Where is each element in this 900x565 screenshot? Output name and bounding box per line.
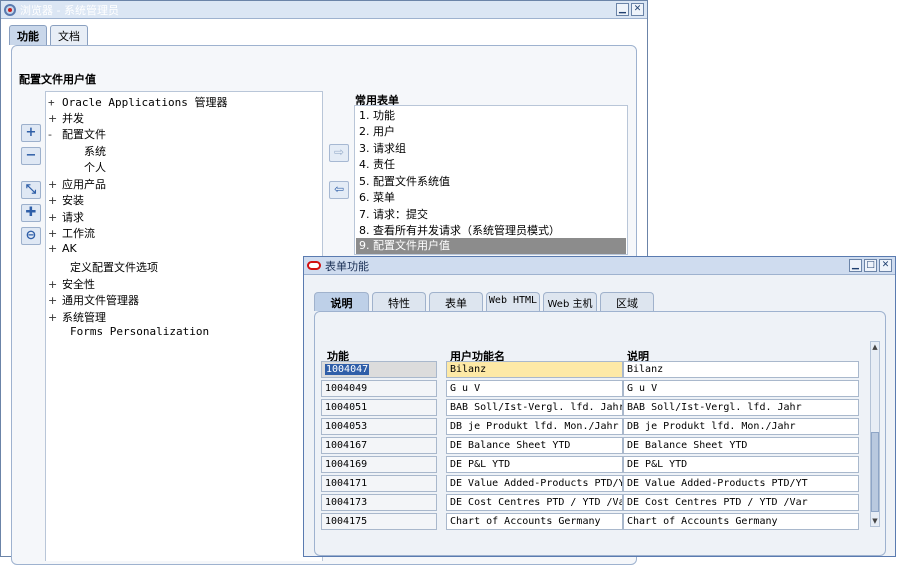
function-code-field[interactable]: 1004173 (321, 494, 437, 511)
description-field[interactable]: DE Balance Sheet YTD (623, 437, 859, 454)
tab-description[interactable]: 说明 (314, 292, 369, 311)
function-code-field[interactable]: 1004167 (321, 437, 437, 454)
tree-item[interactable]: + 通用文件管理器 (48, 292, 139, 308)
function-code-field[interactable]: 1004051 (321, 399, 437, 416)
user-function-name-field[interactable]: DE Value Added-Products PTD/YT (446, 475, 623, 492)
form-functions-window: 表单功能 ▁ □ ✕ 说明 特性 表单 Web HTML Web 主机 区域 功… (303, 256, 896, 557)
oracle-app-icon (4, 3, 16, 16)
common-form-item[interactable]: 1. 功能 (356, 108, 626, 124)
form-functions-titlebar[interactable]: 表单功能 ▁ □ ✕ (304, 257, 895, 275)
expand-branch-icon: ⤡ (25, 182, 37, 197)
user-function-name-field[interactable]: G u V (446, 380, 623, 397)
description-field[interactable]: BAB Soll/Ist-Vergl. lfd. Jahr (623, 399, 859, 416)
tree-item[interactable]: 定义配置文件选项 (56, 259, 158, 275)
tree-item[interactable]: + 安装 (48, 192, 84, 208)
tab-web-host[interactable]: Web 主机 (543, 292, 597, 311)
scroll-up-icon[interactable]: ▲ (871, 342, 879, 352)
tree-item[interactable]: + 请求 (48, 209, 84, 225)
tree-item[interactable]: - 配置文件 (48, 126, 106, 142)
plus-icon: + (25, 125, 37, 140)
arrow-right-icon: ⇨ (333, 145, 345, 159)
arrow-left-icon: ⇦ (333, 182, 345, 196)
minimize-icon[interactable]: ▁ (849, 259, 862, 272)
collapse-button[interactable]: − (21, 147, 41, 165)
tree-item[interactable]: 系统 (70, 143, 106, 159)
common-form-item[interactable]: 8. 查看所有并发请求（系统管理员模式） (356, 223, 626, 239)
function-code-field[interactable]: 1004175 (321, 513, 437, 530)
tree-item[interactable]: + 系统管理 (48, 309, 106, 325)
user-function-name-field[interactable]: DB je Produkt lfd. Mon./Jahr (446, 418, 623, 435)
common-forms-list[interactable]: 1. 功能 2. 用户 3. 请求组 4. 责任 5. 配置文件系统值 6. 菜… (354, 105, 628, 255)
minimize-icon[interactable]: ▁ (616, 3, 629, 16)
tab-form[interactable]: 表单 (429, 292, 483, 311)
user-function-name-field[interactable]: DE P&L YTD (446, 456, 623, 473)
tab-properties[interactable]: 特性 (372, 292, 426, 311)
description-field[interactable]: DE Cost Centres PTD / YTD /Var (623, 494, 859, 511)
form-functions-title: 表单功能 (325, 259, 369, 273)
close-icon[interactable]: ✕ (631, 3, 644, 16)
collapse-all-icon: ⊖ (25, 228, 37, 243)
tab-web-html[interactable]: Web HTML (486, 292, 540, 311)
description-field[interactable]: Chart of Accounts Germany (623, 513, 859, 530)
expand-branch-button[interactable]: ⤡ (21, 181, 41, 199)
function-code-field[interactable]: 1004169 (321, 456, 437, 473)
tree-item[interactable]: + AK (48, 242, 77, 258)
function-code-field[interactable]: 1004171 (321, 475, 437, 492)
maximize-icon[interactable]: □ (864, 259, 877, 272)
tab-region[interactable]: 区域 (600, 292, 654, 311)
common-form-item[interactable]: 6. 菜单 (356, 190, 626, 206)
close-icon[interactable]: ✕ (879, 259, 892, 272)
user-function-name-field[interactable]: Bilanz (446, 361, 623, 378)
function-code-field[interactable]: 1004053 (321, 418, 437, 435)
tab-functions[interactable]: 功能 (9, 25, 47, 45)
common-form-item[interactable]: 2. 用户 (356, 124, 626, 140)
collapse-all-button[interactable]: ⊖ (21, 227, 41, 245)
add-to-list-button[interactable]: ⇨ (329, 144, 349, 162)
common-form-item[interactable]: 3. 请求组 (356, 141, 626, 157)
user-function-name-field[interactable]: DE Cost Centres PTD / YTD /Var (446, 494, 623, 511)
vertical-scrollbar[interactable]: ▲ ▼ (870, 341, 880, 527)
expand-all-button[interactable]: ✚ (21, 204, 41, 222)
scroll-down-icon[interactable]: ▼ (871, 516, 879, 526)
description-field[interactable]: DE P&L YTD (623, 456, 859, 473)
common-form-item[interactable]: 4. 责任 (356, 157, 626, 173)
expand-button[interactable]: + (21, 124, 41, 142)
section-title: 配置文件用户值 (19, 73, 96, 86)
scroll-thumb[interactable] (871, 432, 879, 512)
common-form-item[interactable]: 7. 请求：提交 (356, 207, 626, 223)
remove-from-list-button[interactable]: ⇦ (329, 181, 349, 199)
tree-item[interactable]: + Oracle Applications 管理器 (48, 94, 227, 110)
navigator-title: 浏览器 - 系统管理员 (20, 3, 119, 17)
user-function-name-field[interactable]: BAB Soll/Ist-Vergl. lfd. Jahr (446, 399, 623, 416)
function-tree[interactable]: + Oracle Applications 管理器 + 并发 - 配置文件 系统 个人… (45, 91, 323, 561)
function-code-field[interactable]: 1004049 (321, 380, 437, 397)
description-field[interactable]: DB je Produkt lfd. Mon./Jahr (623, 418, 859, 435)
description-field[interactable]: G u V (623, 380, 859, 397)
description-field[interactable]: DE Value Added-Products PTD/YT (623, 475, 859, 492)
tree-item[interactable]: + 工作流 (48, 225, 95, 241)
common-form-item[interactable]: 5. 配置文件系统值 (356, 174, 626, 190)
description-field[interactable]: Bilanz (623, 361, 859, 378)
tree-item[interactable]: 个人 (70, 159, 106, 175)
user-function-name-field[interactable]: DE Balance Sheet YTD (446, 437, 623, 454)
function-code-field[interactable]: 1004047 (321, 361, 437, 378)
tree-item[interactable]: Forms Personalization (56, 325, 209, 341)
tree-item[interactable]: + 安全性 (48, 276, 95, 292)
tab-documents[interactable]: 文档 (50, 25, 88, 45)
expand-all-icon: ✚ (25, 205, 37, 220)
tree-item[interactable]: + 应用产品 (48, 176, 106, 192)
tree-item[interactable]: + 并发 (48, 110, 84, 126)
common-form-item-selected[interactable]: 9. 配置文件用户值 (356, 238, 626, 254)
navigator-titlebar[interactable]: 浏览器 - 系统管理员 ▁ ✕ (1, 1, 647, 19)
oracle-logo-icon (307, 261, 321, 270)
minus-icon: − (25, 148, 37, 163)
user-function-name-field[interactable]: Chart of Accounts Germany (446, 513, 623, 530)
